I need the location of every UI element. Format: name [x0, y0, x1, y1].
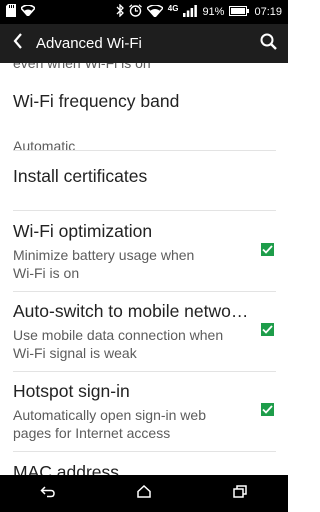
sd-card-icon: [6, 4, 16, 20]
network-type-label: 4G: [167, 3, 179, 13]
pref-title: Wi-Fi frequency band: [13, 91, 180, 111]
home-icon: [137, 484, 151, 503]
battery-percent: 91%: [202, 6, 225, 18]
pref-summary-line1: Use mobile data connection when: [13, 327, 224, 343]
navigation-bar: [0, 475, 288, 512]
pref-mac-address[interactable]: MAC address: [0, 453, 288, 475]
pref-hotspot-signin[interactable]: Hotspot sign-in Automatically open sign-…: [0, 373, 288, 451]
chevron-left-icon: [13, 33, 23, 54]
pref-summary-line2: Wi-Fi signal is weak: [13, 345, 137, 361]
wifi-optimization-checkbox[interactable]: [261, 243, 274, 256]
pref-frequency-band[interactable]: Wi-Fi frequency band Automatic: [0, 85, 288, 154]
pref-summary-line2: pages for Internet access: [13, 425, 171, 441]
back-icon: [40, 485, 56, 503]
clock: 07:19: [254, 6, 282, 18]
page-title: Advanced Wi-Fi: [36, 35, 142, 52]
previous-summary-partial: even when Wi-Fi is on: [13, 63, 151, 71]
wifi-icon: [19, 4, 37, 19]
hotspot-signin-checkbox[interactable]: [261, 403, 274, 416]
divider: [13, 210, 276, 211]
pref-title: Wi-Fi optimization: [13, 221, 153, 241]
nav-home-button[interactable]: [124, 475, 164, 512]
pref-install-certificates[interactable]: Install certificates: [0, 153, 288, 208]
divider: [13, 371, 276, 372]
wifi-signal-icon: [145, 3, 164, 20]
cell-signal-icon: [183, 4, 198, 20]
recents-icon: [233, 484, 247, 503]
divider: [13, 451, 276, 452]
pref-summary-line1: Automatically open sign-in web: [13, 407, 206, 423]
divider: [13, 150, 276, 151]
divider: [13, 291, 276, 292]
status-bar: 4G 91% 07:19: [0, 0, 288, 24]
status-right: 4G 91% 07:19: [116, 3, 282, 20]
pref-title: Install certificates: [13, 166, 148, 186]
search-button[interactable]: [248, 24, 288, 63]
checkmark-icon: [262, 405, 273, 414]
status-left: [6, 4, 37, 20]
search-icon: [260, 33, 277, 55]
nav-recents-button[interactable]: [220, 475, 260, 512]
action-bar: Advanced Wi-Fi: [0, 24, 288, 63]
bluetooth-icon: [116, 3, 124, 20]
settings-list[interactable]: even when Wi-Fi is on Wi-Fi frequency ba…: [0, 63, 288, 475]
back-button[interactable]: [0, 24, 36, 63]
pref-title: Auto-switch to mobile netwo…: [13, 301, 249, 321]
pref-title: MAC address: [13, 462, 120, 475]
alarm-icon: [128, 4, 142, 20]
auto-switch-checkbox[interactable]: [261, 323, 274, 336]
pref-summary-line1: Minimize battery usage when: [13, 247, 195, 263]
pref-auto-switch[interactable]: Auto-switch to mobile netwo… Use mobile …: [0, 293, 288, 371]
pref-summary-line2: Wi-Fi is on: [13, 265, 80, 281]
battery-icon: [229, 5, 250, 19]
pref-title: Hotspot sign-in: [13, 381, 130, 401]
nav-back-button[interactable]: [28, 475, 68, 512]
checkmark-icon: [262, 245, 273, 254]
checkmark-icon: [262, 325, 273, 334]
pref-wifi-optimization[interactable]: Wi-Fi optimization Minimize battery usag…: [0, 213, 288, 286]
